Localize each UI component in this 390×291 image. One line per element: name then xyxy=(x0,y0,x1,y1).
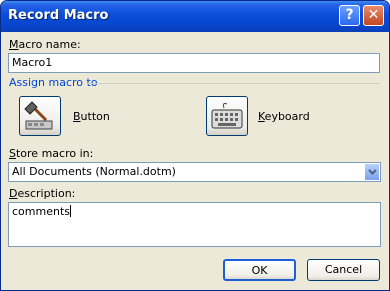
store-macro-dropdown-button[interactable] xyxy=(364,163,380,181)
hammer-icon xyxy=(24,101,53,130)
store-macro-label: Store macro in: xyxy=(9,147,94,160)
chevron-down-icon xyxy=(368,169,377,175)
dialog-title: Record Macro xyxy=(8,8,109,23)
keyboard-option-label: Keyboard xyxy=(258,110,310,123)
text-caret xyxy=(70,205,71,217)
store-macro-select[interactable]: All Documents (Normal.dotm) xyxy=(8,162,381,182)
macro-name-label: Macro name: xyxy=(9,38,81,51)
close-button[interactable]: ✕ xyxy=(363,5,384,26)
description-label: Description: xyxy=(9,187,76,200)
ok-button[interactable]: OK xyxy=(223,259,296,281)
assign-button-option[interactable] xyxy=(19,96,61,136)
record-macro-dialog: Record Macro ? ✕ Macro name: Macro1 Assi… xyxy=(0,0,390,291)
button-option-label: Button xyxy=(73,110,110,123)
assign-macro-label: Assign macro to xyxy=(9,76,98,89)
keyboard-icon xyxy=(211,103,243,129)
title-bar[interactable]: Record Macro ? ✕ xyxy=(1,1,389,32)
description-textarea[interactable]: comments xyxy=(8,202,381,247)
macro-name-input[interactable]: Macro1 xyxy=(8,53,380,73)
group-divider xyxy=(87,83,379,84)
help-button[interactable]: ? xyxy=(339,5,360,26)
assign-keyboard-option[interactable] xyxy=(206,96,248,136)
cancel-button[interactable]: Cancel xyxy=(307,259,380,281)
